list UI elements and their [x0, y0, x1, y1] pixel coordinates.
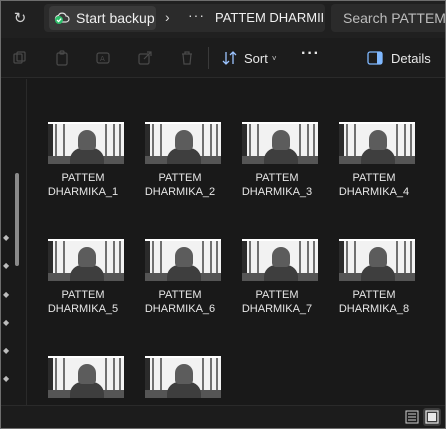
file-name-line: PATTEM: [158, 289, 202, 301]
details-label: Details: [391, 50, 431, 66]
file-name-line: DHARMIKA_8: [338, 303, 410, 315]
tiles-view-icon[interactable]: [423, 408, 441, 426]
pin-icon: ◆: [3, 261, 10, 270]
file-name-line: PATTEM: [255, 172, 299, 184]
file-name-line: PATTEM: [352, 172, 396, 184]
image-thumbnail: [339, 122, 415, 164]
file-name: PATTEM DHARMIKA_2: [132, 171, 228, 199]
image-thumbnail: [145, 122, 221, 164]
file-tile[interactable]: PATTEM DHARMIKA_8: [326, 226, 415, 330]
breadcrumb-chevron-icon[interactable]: ›: [165, 9, 170, 25]
image-thumbnail: [145, 239, 221, 281]
status-bar: [1, 405, 445, 428]
file-name: PATTEM DHARMIKA_1: [35, 171, 131, 199]
navigation-pane[interactable]: ◆ ◆ ◆ ◆ ◆ ◆: [1, 79, 27, 405]
file-explorer-window: ↻ Start backup › ··· PATTEM DHARMIKA: [0, 0, 446, 429]
image-thumbnail: [242, 122, 318, 164]
pin-icon: ◆: [3, 290, 10, 299]
cut-icon[interactable]: [12, 50, 28, 66]
address-bar-row: ↻ Start backup › ··· PATTEM DHARMIKA: [1, 1, 445, 38]
file-grid: PATTEM DHARMIKA_1 PATTEM DHARMIKA_2 PATTEM DH…: [35, 109, 435, 405]
pin-icon: ◆: [3, 318, 10, 327]
start-backup-label: Start backup: [76, 10, 155, 26]
file-name: PATTEM DHARMIKA_4: [326, 171, 422, 199]
image-thumbnail: [48, 356, 124, 398]
nav-scrollbar[interactable]: [15, 173, 19, 266]
copy-icon[interactable]: [54, 50, 70, 66]
file-name-line: PATTEM: [61, 172, 105, 184]
image-thumbnail: [339, 239, 415, 281]
toolbar-divider: [208, 47, 209, 69]
file-name-line: DHARMIKA_3: [241, 186, 313, 198]
image-thumbnail: [48, 122, 124, 164]
refresh-icon[interactable]: ↻: [11, 10, 29, 28]
pin-icon: ◆: [3, 374, 10, 383]
file-tile[interactable]: PATTEM DHARMIKA_4: [326, 109, 415, 213]
svg-text:A: A: [100, 55, 105, 63]
pin-icon: ◆: [3, 346, 10, 355]
file-name-line: DHARMIKA_5: [47, 303, 119, 315]
file-tile[interactable]: PATTEM DHARMIKA_1: [35, 109, 124, 213]
breadcrumb-folder[interactable]: PATTEM DHARMIKA: [215, 10, 323, 25]
sort-icon: [222, 51, 237, 65]
breadcrumb: Start backup › ··· PATTEM DHARMIKA: [44, 4, 325, 32]
file-tile[interactable]: PATTEM DHARMIKA_5: [35, 226, 124, 330]
file-tile[interactable]: PATTEM DHARMIKA_6: [132, 226, 221, 330]
file-tile[interactable]: PATTEM DHARMIKA_2: [132, 109, 221, 213]
details-button[interactable]: Details: [367, 48, 431, 68]
file-name: PATTEM DHARMIKA_8: [326, 288, 422, 316]
search-input[interactable]: [343, 9, 445, 27]
file-name-line: DHARMIKA_4: [338, 186, 410, 198]
image-thumbnail: [48, 239, 124, 281]
file-tile[interactable]: PATTEM DHARMIKA_7: [229, 226, 318, 330]
file-name-line: PATTEM: [352, 289, 396, 301]
file-name-line: PATTEM: [158, 172, 202, 184]
breadcrumb-overflow-button[interactable]: ···: [188, 7, 205, 23]
cloud-backup-icon: [54, 11, 70, 25]
file-name: PATTEM DHARMIKA_5: [35, 288, 131, 316]
file-name: PATTEM DHARMIKA_6: [132, 288, 228, 316]
image-thumbnail: [242, 239, 318, 281]
rename-icon[interactable]: A: [95, 50, 111, 66]
file-name-line: DHARMIKA_7: [241, 303, 313, 315]
file-name-line: PATTEM: [61, 289, 105, 301]
command-bar: A Sort ˅ ··· Details: [1, 38, 445, 78]
file-name: PATTEM DHARMIKA_3: [229, 171, 325, 199]
details-pane-icon: [367, 51, 383, 65]
file-name-line: DHARMIKA_6: [144, 303, 216, 315]
pin-icon: ◆: [3, 233, 10, 242]
image-thumbnail: [145, 356, 221, 398]
start-backup-button[interactable]: Start backup: [49, 6, 156, 30]
list-view-icon[interactable]: [405, 410, 419, 424]
file-name-line: DHARMIKA_1: [47, 186, 119, 198]
chevron-down-icon: ˅: [271, 53, 277, 63]
file-name-line: DHARMIKA_2: [144, 186, 216, 198]
share-icon[interactable]: [137, 50, 153, 66]
delete-icon[interactable]: [179, 50, 195, 66]
file-tile[interactable]: [35, 343, 124, 405]
search-box[interactable]: [331, 4, 445, 32]
sort-label: Sort: [244, 50, 268, 66]
sort-button[interactable]: Sort ˅: [222, 48, 277, 68]
file-name: PATTEM DHARMIKA_7: [229, 288, 325, 316]
file-tile[interactable]: [132, 343, 221, 405]
file-name-line: PATTEM: [255, 289, 299, 301]
see-more-button[interactable]: ···: [301, 45, 320, 63]
file-tile[interactable]: PATTEM DHARMIKA_3: [229, 109, 318, 213]
